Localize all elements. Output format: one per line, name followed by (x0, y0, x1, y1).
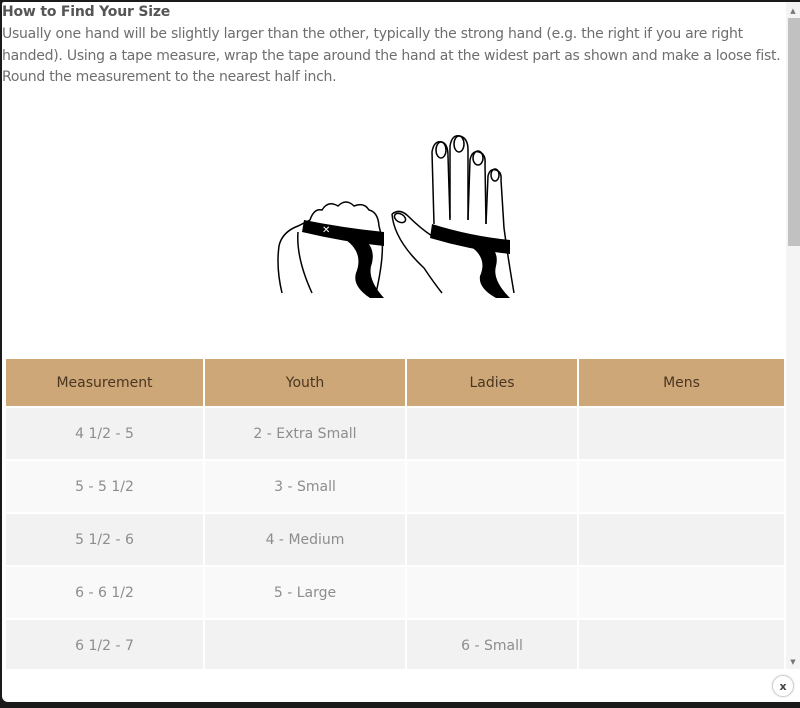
scroll-down-arrow-icon[interactable]: ▼ (786, 655, 800, 669)
svg-text:✕: ✕ (322, 225, 330, 236)
cell-youth: 3 - Small (205, 461, 405, 512)
cell-measurement: 6 - 6 1/2 (6, 567, 203, 618)
header-ladies: Ladies (407, 359, 577, 406)
hand-measuring-illustration: ✕ (277, 134, 515, 298)
cell-mens (579, 620, 784, 669)
cell-youth: 4 - Medium (205, 514, 405, 565)
guide-title: How to Find Your Size (2, 4, 171, 20)
header-youth: Youth (205, 359, 405, 406)
close-button[interactable]: x (772, 675, 794, 697)
size-guide-modal: How to Find Your Size Usually one hand w… (2, 2, 800, 702)
header-measurement: Measurement (6, 359, 203, 406)
table-row: 5 - 5 1/2 3 - Small (6, 461, 784, 512)
cell-mens (579, 514, 784, 565)
cell-ladies (407, 461, 577, 512)
size-chart-table: Measurement Youth Ladies Mens 4 1/2 - 5 … (4, 357, 786, 669)
vertical-scrollbar[interactable]: ▲ ▼ (786, 2, 800, 669)
cell-mens (579, 567, 784, 618)
table-row: 5 1/2 - 6 4 - Medium (6, 514, 784, 565)
cell-ladies: 6 - Small (407, 620, 577, 669)
cell-mens (579, 461, 784, 512)
table-row: 6 - 6 1/2 5 - Large (6, 567, 784, 618)
modal-content: How to Find Your Size Usually one hand w… (2, 2, 786, 669)
tape-measure-right-icon (430, 224, 510, 298)
scrollbar-thumb[interactable] (788, 18, 800, 246)
guide-instructions: Usually one hand will be slightly larger… (2, 26, 781, 85)
cell-ladies (407, 514, 577, 565)
cell-mens (579, 408, 784, 459)
table-row: 4 1/2 - 5 2 - Extra Small (6, 408, 784, 459)
table-header-row: Measurement Youth Ladies Mens (6, 359, 784, 406)
tape-measure-left-icon: ✕ (302, 220, 384, 298)
cell-measurement: 5 1/2 - 6 (6, 514, 203, 565)
cell-measurement: 5 - 5 1/2 (6, 461, 203, 512)
scroll-up-arrow-icon[interactable]: ▲ (786, 4, 800, 18)
cell-youth: 2 - Extra Small (205, 408, 405, 459)
cell-ladies (407, 408, 577, 459)
cell-youth (205, 620, 405, 669)
cell-measurement: 4 1/2 - 5 (6, 408, 203, 459)
cell-measurement: 6 1/2 - 7 (6, 620, 203, 669)
header-mens: Mens (579, 359, 784, 406)
close-icon: x (779, 679, 787, 693)
cell-ladies (407, 567, 577, 618)
table-row: 6 1/2 - 7 6 - Small (6, 620, 784, 669)
open-hand-icon (391, 134, 515, 294)
cell-youth: 5 - Large (205, 567, 405, 618)
